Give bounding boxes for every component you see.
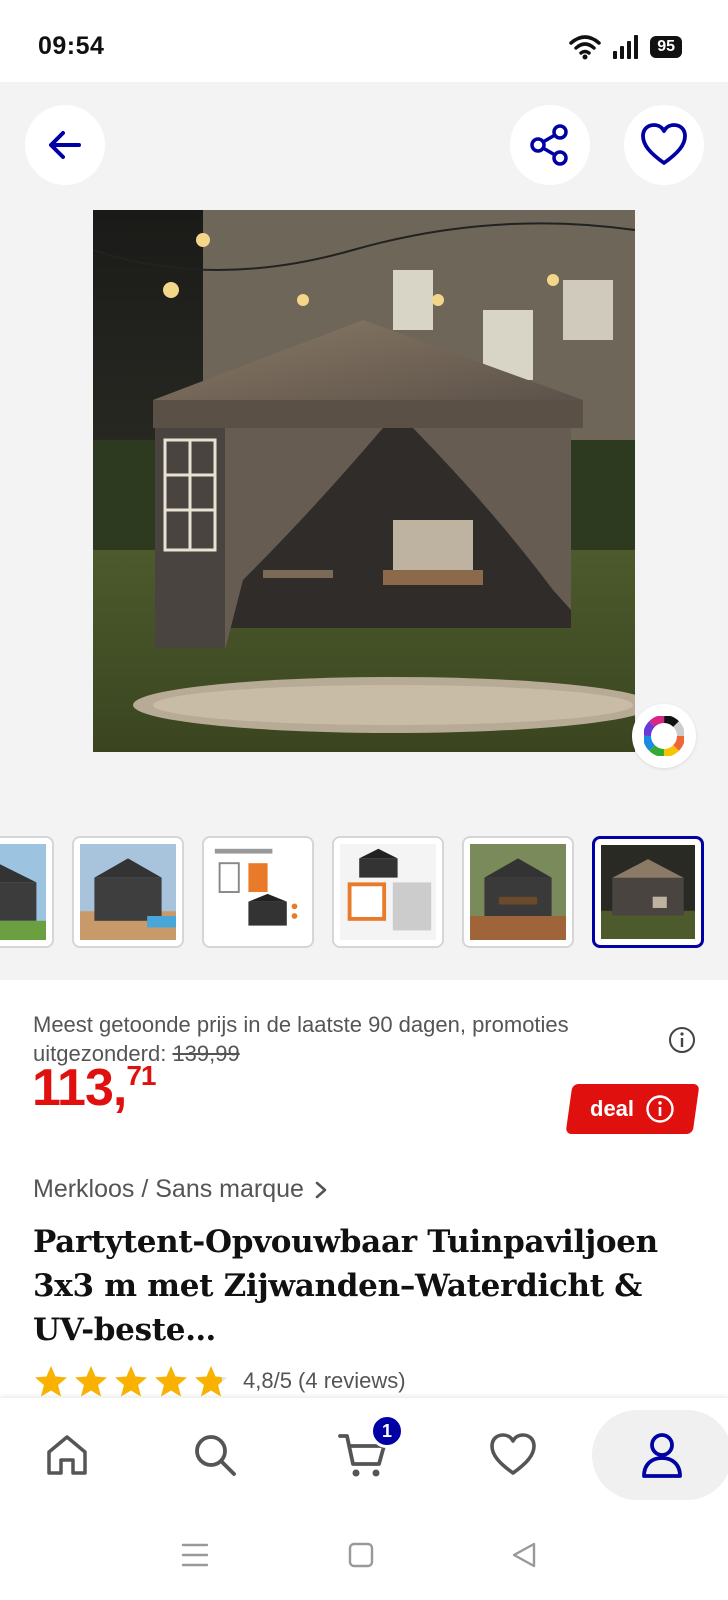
thumbnail-5[interactable] [462, 836, 574, 948]
system-navigation [0, 1518, 728, 1600]
price-decimal: 71 [126, 1060, 156, 1091]
chevron-right-icon [315, 1181, 327, 1198]
share-icon [530, 124, 568, 166]
nav-account[interactable] [592, 1410, 728, 1500]
star-icon [155, 1366, 187, 1397]
arrow-left-icon [49, 131, 81, 159]
favorite-button[interactable] [624, 105, 704, 185]
home-square-icon[interactable] [347, 1540, 375, 1570]
account-icon [642, 1433, 682, 1478]
thumbnail-2[interactable] [72, 836, 184, 948]
menu-icon[interactable] [180, 1540, 210, 1570]
deal-badge[interactable]: deal [565, 1084, 700, 1134]
back-button[interactable] [25, 105, 105, 185]
nav-cart[interactable]: 1 [308, 1410, 418, 1500]
heart-icon [641, 123, 687, 165]
product-title: Partytent-Opvouwbaar Tuinpaviljoen 3x3 m… [33, 1224, 658, 1348]
brand-name: Merkloos / Sans marque [33, 1175, 304, 1203]
cart-badge: 1 [370, 1414, 404, 1448]
brand-link[interactable]: Merkloos / Sans marque [33, 1175, 328, 1204]
star-icon [35, 1366, 67, 1397]
share-button[interactable] [510, 105, 590, 185]
price: 113, 71 [32, 1058, 157, 1118]
color-picker-button[interactable] [632, 704, 696, 768]
star-icon [75, 1366, 107, 1397]
nav-home[interactable] [12, 1410, 122, 1500]
status-bar: 09:54 95 [0, 0, 728, 82]
thumbnail-6[interactable] [592, 836, 704, 948]
rating-text: 4,8/5 (4 reviews) [243, 1368, 406, 1393]
thumbnail-4[interactable] [332, 836, 444, 948]
main-product-image[interactable] [93, 210, 635, 752]
back-triangle-icon[interactable] [510, 1540, 538, 1570]
color-wheel-icon [644, 716, 684, 756]
home-icon [47, 1435, 87, 1475]
price-whole: 113, [32, 1059, 127, 1117]
rating-stars [33, 1364, 229, 1398]
rating[interactable]: 4,8/5 (4 reviews) [33, 1364, 406, 1398]
info-icon [669, 1027, 695, 1053]
status-icons: 95 [568, 34, 682, 60]
lowest-price-value: 139,99 [172, 1041, 240, 1066]
deal-label: deal [590, 1096, 635, 1121]
battery-icon: 95 [650, 36, 682, 58]
star-icon [195, 1366, 227, 1397]
search-icon [195, 1435, 236, 1476]
bottom-navigation: 1 [0, 1398, 728, 1518]
product-gallery [0, 82, 728, 980]
wifi-icon [569, 35, 601, 60]
thumbnail-strip [0, 836, 728, 950]
signal-icon [613, 35, 639, 59]
status-time: 09:54 [38, 32, 105, 60]
heart-icon [490, 1433, 536, 1475]
thumbnail-3[interactable] [202, 836, 314, 948]
price-info-button[interactable] [668, 1026, 696, 1059]
info-icon [645, 1095, 674, 1123]
star-icon [115, 1366, 147, 1397]
nav-favorites[interactable] [458, 1410, 568, 1500]
thumbnail-1[interactable] [0, 836, 54, 948]
nav-search[interactable] [160, 1410, 270, 1500]
